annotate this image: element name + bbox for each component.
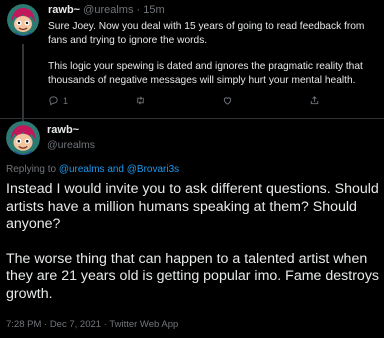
tweet-timestamp-source[interactable]: 7:28 PM · Dec 7, 2021 · Twitter Web App <box>6 319 178 330</box>
display-name[interactable]: rawb~ <box>48 4 80 16</box>
mention-link[interactable]: @urealms <box>59 164 105 175</box>
display-name[interactable]: rawb~ <box>47 124 79 136</box>
separator: · <box>136 4 141 16</box>
divider <box>0 118 384 119</box>
mention-link[interactable]: @Brovari3s <box>127 164 179 175</box>
tweet-paragraph: Instead I would invite you to ask differ… <box>6 181 379 232</box>
tweet-text: Sure Joey. Now you deal with 15 years of… <box>48 20 378 87</box>
like-icon <box>223 97 232 105</box>
handle[interactable]: @urealms <box>83 4 133 16</box>
reply-count: 1 <box>63 95 69 106</box>
reply-button[interactable]: 1 <box>48 95 68 106</box>
tweet-text: Instead I would invite you to ask differ… <box>6 181 380 303</box>
thread-connector-line <box>22 44 24 124</box>
tweet-header: rawb~ @urealms · 15m <box>48 4 165 16</box>
tweet-actions: 1 <box>48 95 378 109</box>
tweet-paragraph: Sure Joey. Now you deal with 15 years of… <box>48 21 365 46</box>
retweet-button[interactable] <box>135 95 146 106</box>
timestamp[interactable]: 15m <box>143 4 164 16</box>
avatar[interactable] <box>7 4 39 36</box>
share-icon <box>310 96 319 105</box>
reply-icon <box>49 96 58 106</box>
replying-to-line: Replying to @urealms and @Brovari3s <box>6 164 179 175</box>
share-button[interactable] <box>309 95 320 106</box>
tweet-paragraph: This logic your spewing is dated and ign… <box>48 61 363 86</box>
replying-prefix: Replying to <box>6 164 57 175</box>
like-button[interactable] <box>222 95 233 106</box>
tweet-paragraph: The worse thing that can happen to a tal… <box>6 250 380 302</box>
avatar[interactable] <box>6 121 40 155</box>
tweet-thread-view: rawb~ @urealms · 15m Sure Joey. Now you … <box>0 0 384 338</box>
handle[interactable]: @urealms <box>47 139 95 151</box>
parent-tweet[interactable]: rawb~ @urealms · 15m Sure Joey. Now you … <box>0 0 384 124</box>
replying-and: and <box>107 164 124 175</box>
retweet-icon <box>137 96 144 105</box>
